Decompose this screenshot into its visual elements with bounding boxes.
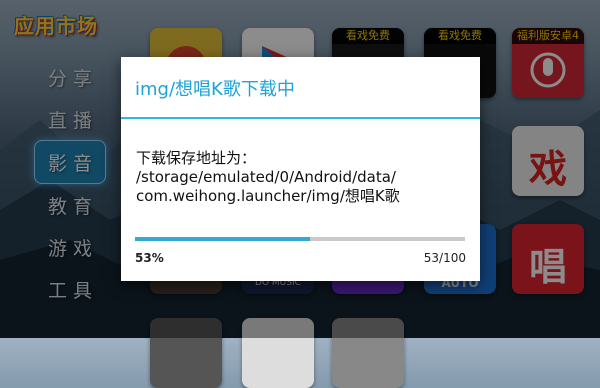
progress-count: 53/100 — [423, 251, 466, 265]
dialog-message-line: /storage/emulated/0/Android/data/ — [136, 168, 396, 186]
download-dialog: img/想唱K歌下载中 下载保存地址为： /storage/emulated/0… — [121, 57, 480, 281]
dialog-message: 下载保存地址为： /storage/emulated/0/Android/dat… — [136, 149, 466, 206]
dialog-message-line: 下载保存地址为： — [136, 149, 257, 167]
dialog-message-line: com.weihong.launcher/img/想唱K歌 — [136, 187, 400, 205]
dialog-title: img/想唱K歌下载中 — [135, 79, 295, 100]
progress-percent: 53% — [135, 251, 164, 265]
download-progress-fill — [135, 237, 310, 241]
dialog-divider — [121, 117, 480, 119]
download-progress-bar — [135, 237, 465, 241]
